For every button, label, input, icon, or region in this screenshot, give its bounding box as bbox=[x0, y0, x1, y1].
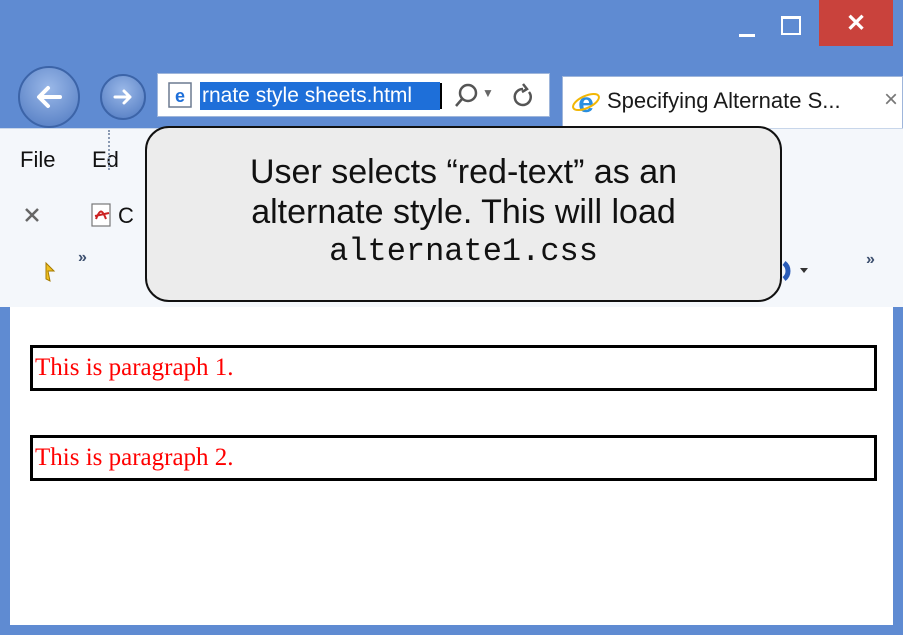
menu-item-file[interactable]: File bbox=[20, 147, 55, 173]
tab-close-icon[interactable]: × bbox=[884, 86, 898, 114]
tab-title: Specifying Alternate S... bbox=[607, 88, 841, 113]
back-button[interactable] bbox=[18, 66, 80, 128]
ie-logo-icon: e bbox=[572, 87, 600, 117]
page-content: This is paragraph 1. This is paragraph 2… bbox=[10, 307, 893, 625]
callout-line-2: alternate style. This will load bbox=[251, 193, 676, 231]
svg-text:e: e bbox=[175, 86, 185, 106]
text-caret bbox=[440, 83, 442, 109]
stop-x-icon[interactable] bbox=[22, 205, 42, 225]
back-arrow-icon bbox=[37, 86, 62, 108]
help-dropdown-icon[interactable] bbox=[782, 259, 812, 283]
search-icon[interactable] bbox=[452, 80, 480, 112]
chevron-left-icon[interactable]: » bbox=[78, 249, 87, 267]
svg-text:e: e bbox=[578, 87, 594, 117]
callout-line-1: User selects “red-text” as an bbox=[249, 153, 678, 191]
forward-arrow-icon bbox=[113, 89, 132, 105]
maximize-button[interactable] bbox=[769, 0, 813, 46]
ie-page-icon: e bbox=[168, 82, 192, 108]
minimize-icon bbox=[739, 34, 755, 37]
menu-item-edit[interactable]: Ed bbox=[92, 147, 119, 173]
minimize-button[interactable] bbox=[725, 0, 769, 46]
chevron-right-icon[interactable]: » bbox=[866, 251, 875, 269]
tab-active[interactable]: e Specifying Alternate S... × bbox=[562, 76, 903, 128]
url-text[interactable]: rnate style sheets.html bbox=[200, 82, 440, 110]
forward-button[interactable] bbox=[100, 74, 146, 120]
toolbar-separator bbox=[108, 130, 112, 170]
favorites-star-icon[interactable] bbox=[40, 259, 62, 285]
maximize-icon bbox=[781, 15, 801, 35]
close-button[interactable]: ✕ bbox=[819, 0, 893, 46]
browser-window: ✕ e rnate style sheets.html ▼ e Specifyi… bbox=[0, 0, 903, 635]
command-label-partial[interactable]: C bbox=[118, 203, 134, 229]
close-icon: ✕ bbox=[845, 9, 867, 37]
paragraph-2: This is paragraph 2. bbox=[30, 435, 877, 481]
pdf-icon[interactable] bbox=[88, 201, 116, 229]
search-dropdown-icon[interactable]: ▼ bbox=[482, 86, 494, 100]
address-bar[interactable]: e rnate style sheets.html ▼ bbox=[157, 73, 550, 117]
annotation-callout: User selects “red-text” as an alternate … bbox=[145, 126, 782, 302]
callout-filename: alternate1.css bbox=[329, 233, 598, 270]
paragraph-1: This is paragraph 1. bbox=[30, 345, 877, 391]
window-controls: ✕ bbox=[725, 0, 893, 46]
refresh-icon[interactable] bbox=[508, 80, 538, 112]
